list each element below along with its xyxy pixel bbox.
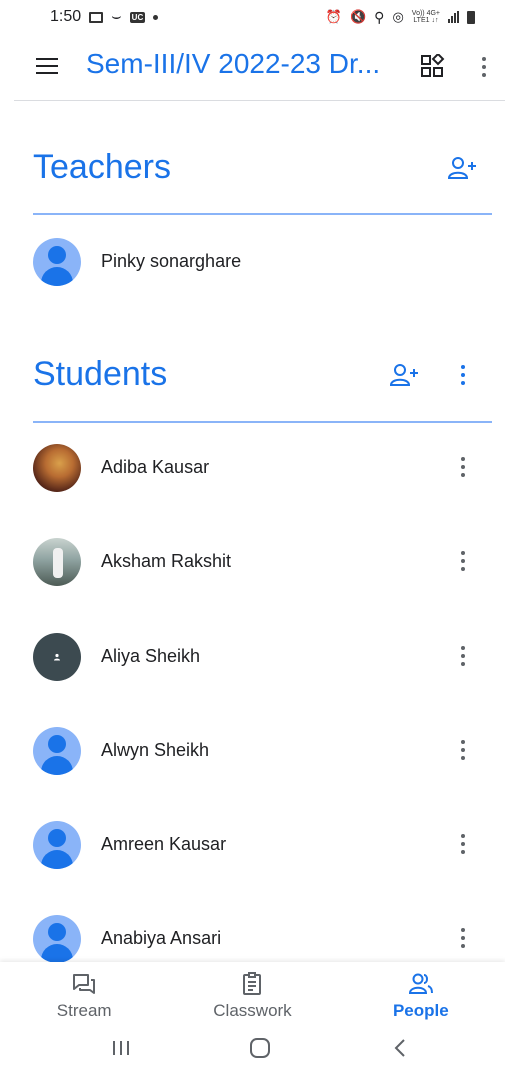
students-more-icon[interactable] xyxy=(455,362,471,388)
gallery-notification-icon xyxy=(89,11,104,23)
teacher-name: Pinky sonarghare xyxy=(101,251,242,271)
status-time: 1:50 xyxy=(50,8,82,25)
class-title[interactable]: Sem-III/IV 2022-23 Dr... xyxy=(86,48,380,80)
student-name: Anabiya Ansari xyxy=(101,928,222,948)
student-more-icon[interactable] xyxy=(455,831,471,857)
nav-people-label: People xyxy=(392,1001,449,1020)
more-notifications-dot-icon xyxy=(153,14,159,20)
status-left: 1:50 ⌣ UC xyxy=(50,8,159,26)
student-row[interactable]: Alwyn Sheikh xyxy=(0,721,505,781)
network-label-top: Vo)) 4G+ xyxy=(411,10,440,17)
students-heading: Students xyxy=(33,355,168,393)
student-name: Adiba Kausar xyxy=(101,457,210,477)
student-row[interactable]: Amreen Kausar xyxy=(0,815,505,875)
teachers-divider xyxy=(33,213,492,215)
nav-classwork[interactable]: Classwork xyxy=(168,962,336,1028)
app-bar: Sem-III/IV 2022-23 Dr... xyxy=(0,34,505,100)
home-icon[interactable] xyxy=(249,1038,271,1058)
bottom-navigation: Stream Classwork People xyxy=(0,962,505,1028)
location-icon: ⚲ xyxy=(374,8,385,25)
battery-icon xyxy=(467,10,475,24)
status-bar: 1:50 ⌣ UC ⏰ 🔇 ⚲ ◎ Vo)) 4G+ LTE1 ↓↑ xyxy=(0,0,505,34)
invite-teacher-icon[interactable] xyxy=(448,156,478,180)
avatar xyxy=(33,633,81,681)
student-more-icon[interactable] xyxy=(455,643,471,669)
hotspot-icon: ◎ xyxy=(392,9,404,24)
menu-icon[interactable] xyxy=(36,58,58,74)
nav-stream-label: Stream xyxy=(56,1001,112,1020)
recent-apps-icon[interactable] xyxy=(110,1038,132,1058)
more-options-icon[interactable] xyxy=(476,54,492,80)
student-row[interactable]: Aliya Sheikh xyxy=(0,627,505,687)
avatar xyxy=(33,727,81,775)
nav-people[interactable]: People xyxy=(337,962,505,1028)
signal-icon xyxy=(448,11,459,23)
avatar xyxy=(33,821,81,869)
student-row[interactable]: Aksham Rakshit xyxy=(0,532,505,592)
system-navigation-bar xyxy=(0,1028,505,1068)
uc-browser-icon: UC xyxy=(129,11,146,23)
student-row[interactable]: Anabiya Ansari xyxy=(0,909,505,969)
avatar xyxy=(33,238,81,286)
avatar xyxy=(33,538,81,586)
student-more-icon[interactable] xyxy=(455,925,471,951)
back-icon[interactable] xyxy=(390,1038,412,1058)
nav-stream[interactable]: Stream xyxy=(0,962,168,1028)
classwork-icon xyxy=(243,972,262,995)
student-name: Aliya Sheikh xyxy=(101,646,201,666)
stream-icon xyxy=(73,974,96,994)
teachers-heading: Teachers xyxy=(33,148,171,186)
alarm-icon: ⏰ xyxy=(325,9,342,24)
status-right: ⏰ 🔇 ⚲ ◎ Vo)) 4G+ LTE1 ↓↑ xyxy=(326,9,475,26)
student-more-icon[interactable] xyxy=(455,548,471,574)
mute-icon: 🔇 xyxy=(349,9,367,24)
students-divider xyxy=(33,421,492,423)
avatar xyxy=(33,444,81,492)
people-icon xyxy=(408,973,433,994)
network-type-label: Vo)) 4G+ LTE1 ↓↑ xyxy=(412,10,440,24)
teacher-row[interactable]: Pinky sonarghare xyxy=(0,232,505,292)
avatar xyxy=(33,915,81,963)
student-name: Amreen Kausar xyxy=(101,834,227,854)
student-more-icon[interactable] xyxy=(455,737,471,763)
student-name: Aksham Rakshit xyxy=(101,551,232,571)
student-name: Alwyn Sheikh xyxy=(101,740,210,760)
wave-notification-icon: ⌣ xyxy=(111,8,122,25)
student-row[interactable]: Adiba Kausar xyxy=(0,438,505,498)
network-label-bottom: LTE1 ↓↑ xyxy=(413,17,439,24)
apps-icon[interactable] xyxy=(420,54,446,80)
app-bar-divider xyxy=(14,100,505,101)
nav-classwork-label: Classwork xyxy=(213,1001,292,1020)
invite-student-icon[interactable] xyxy=(390,363,420,387)
student-more-icon[interactable] xyxy=(455,454,471,480)
